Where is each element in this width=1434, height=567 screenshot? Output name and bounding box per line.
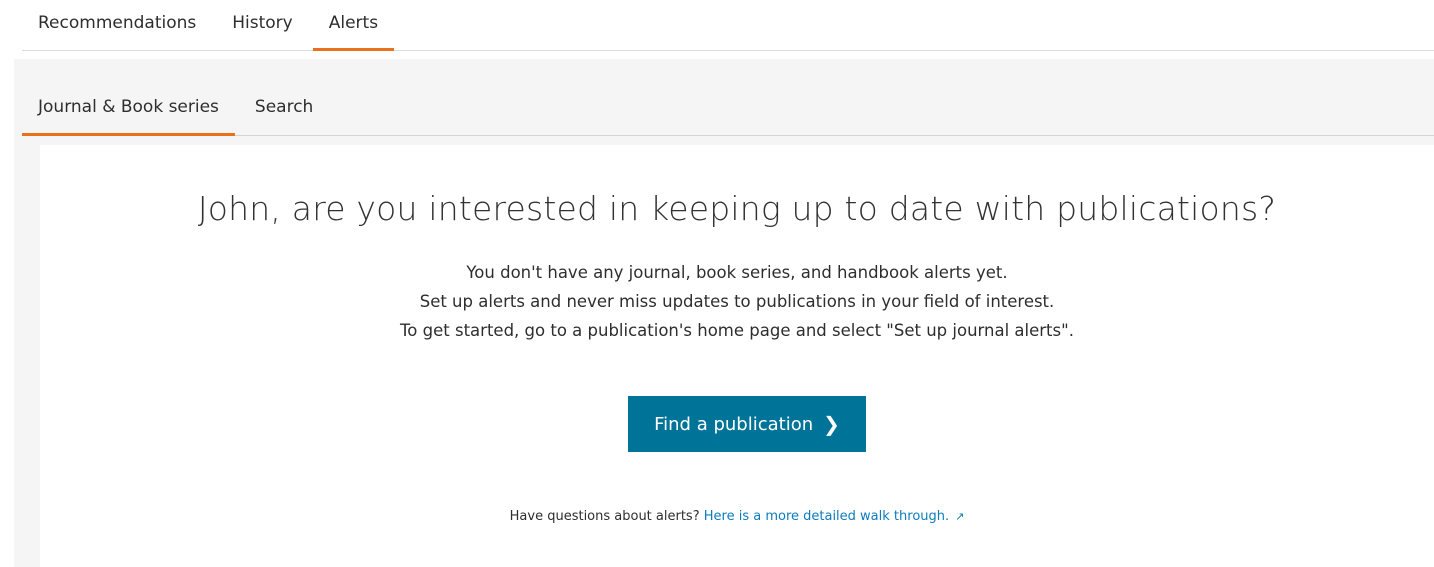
description-line: To get started, go to a publication's ho… <box>400 321 1074 340</box>
tab-search[interactable]: Search <box>239 97 329 136</box>
external-link-icon: ↗ <box>955 510 965 523</box>
empty-state-headline: John, are you interested in keeping up t… <box>197 189 1277 228</box>
top-tab-bar: Recommendations History Alerts <box>22 0 1434 51</box>
help-line: Have questions about alerts? Here is a m… <box>40 509 1434 524</box>
help-text: Have questions about alerts? <box>509 509 700 524</box>
description-line: Set up alerts and never miss updates to … <box>419 292 1055 311</box>
walkthrough-link-label: Here is a more detailed walk through. <box>703 509 950 524</box>
empty-state-description: You don't have any journal, book series,… <box>40 258 1434 345</box>
empty-state-card: John, are you interested in keeping up t… <box>40 145 1434 567</box>
find-publication-button[interactable]: Find a publication ❯ <box>628 396 866 452</box>
find-publication-label: Find a publication <box>654 413 814 435</box>
tab-recommendations[interactable]: Recommendations <box>22 13 212 51</box>
chevron-right-icon: ❯ <box>823 412 840 436</box>
description-line: You don't have any journal, book series,… <box>466 263 1008 282</box>
tab-alerts[interactable]: Alerts <box>312 13 395 51</box>
tab-history[interactable]: History <box>216 13 308 51</box>
walkthrough-link[interactable]: Here is a more detailed walk through. ↗ <box>704 509 965 524</box>
sub-tab-bar: Journal & Book series Search <box>22 59 1434 136</box>
tab-journal-book-series[interactable]: Journal & Book series <box>22 97 235 136</box>
